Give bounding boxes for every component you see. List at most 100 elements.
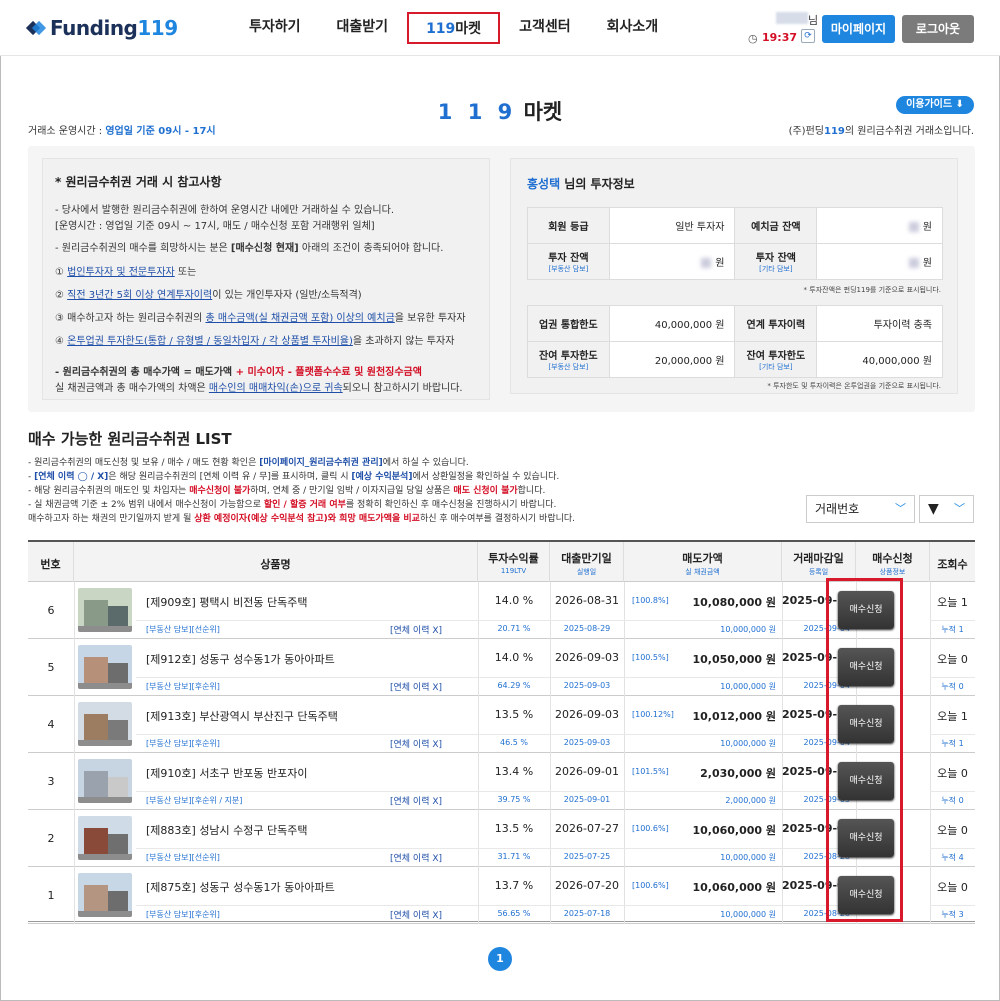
- overdue-history-link[interactable]: [연체 이력 X]: [390, 794, 442, 807]
- guide-download-button[interactable]: 이용가이드 ⬇: [896, 96, 974, 114]
- product-name[interactable]: [제912호] 성동구 성수동1가 동아아파트: [146, 651, 335, 667]
- mypage-button[interactable]: 마이페이지: [822, 15, 895, 43]
- blurred-amount: [908, 258, 919, 268]
- refresh-icon[interactable]: ⟳: [801, 29, 815, 43]
- notice-box: * 원리금수취권 거래 시 참고사항 - 당사에서 발행한 원리금수취권에 한하…: [42, 158, 490, 400]
- product-thumbnail[interactable]: [78, 645, 132, 689]
- ltv: 31.71 %: [497, 852, 531, 861]
- views-today: 오늘 1: [937, 596, 968, 609]
- desc-text: - 실 채권금액 기준 ± 2% 범위 내에서 매수신청이 가능함으로: [28, 500, 264, 510]
- buy-column-highlight: [826, 578, 903, 922]
- cell-subdivider: [478, 905, 856, 906]
- user-name-blurred: [776, 12, 808, 24]
- blurred-amount: [908, 222, 919, 232]
- nav-market[interactable]: 119마켓: [407, 12, 501, 44]
- label-sub: [부동산 담보]: [548, 265, 589, 273]
- operating-hours: 거래소 운영시간 : 영업일 기준 09시 - 17시: [28, 122, 216, 137]
- loan-due-date: 2026-09-03: [555, 651, 619, 664]
- overdue-history-link[interactable]: [연체 이력 X]: [390, 680, 442, 693]
- col-sub: 실행일: [576, 568, 597, 576]
- list-desc: 매수하고자 하는 채권의 만기일까지 받게 될 상환 예정이자(예상 수익분석 …: [28, 511, 575, 524]
- cell-divider: [74, 867, 75, 924]
- session-timer: 19:37: [762, 31, 798, 44]
- cell-subdivider: [930, 905, 975, 906]
- nav-invest[interactable]: 투자하기: [232, 12, 318, 44]
- main-nav: 투자하기 대출받기 119마켓 고객센터 회사소개: [232, 12, 677, 44]
- desc-text: 합니다.: [517, 486, 546, 496]
- product-thumbnail[interactable]: [78, 759, 132, 803]
- cell-subdivider: [478, 848, 856, 849]
- bond-amount: 10,000,000 원: [720, 625, 776, 634]
- col-product: 상품명: [74, 542, 478, 582]
- label-text: 투자 잔액: [755, 253, 797, 264]
- condition-2: ② 직전 3년간 5회 이상 연계투자이력이 있는 개인투자자 (일반/소득적격…: [55, 286, 362, 301]
- col-views: 조회수: [930, 542, 975, 582]
- product-name[interactable]: [제875호] 성동구 성수동1가 동아아파트: [146, 879, 335, 895]
- cell-divider: [74, 696, 75, 753]
- page-title-text: 마켓: [523, 100, 563, 124]
- product-name[interactable]: [제910호] 서초구 반포동 반포자이: [146, 765, 308, 781]
- cell-subdivider: [136, 848, 478, 849]
- overdue-history-link[interactable]: [연체 이력 X]: [390, 623, 442, 636]
- desc-text: 에서 상환일정을 확인하실 수 있습니다.: [412, 472, 560, 482]
- row-number: 3: [47, 775, 55, 788]
- bond-amount: 10,000,000 원: [720, 682, 776, 691]
- cond-text: 온투업권 투자한도(통합 / 유형별 / 동일차입자 / 각 상품별 투자비율): [67, 336, 353, 347]
- product-thumbnail[interactable]: [78, 816, 132, 860]
- product-name[interactable]: [제913호] 부산광역시 부산진구 단독주택: [146, 708, 338, 724]
- page-button-current[interactable]: 1: [488, 947, 512, 971]
- row-number: 2: [47, 832, 55, 845]
- views-total: 누적 3: [941, 910, 964, 919]
- execution-date: 2025-07-18: [563, 909, 611, 918]
- balance-realestate-value: 원: [608, 243, 736, 280]
- cell-subdivider: [930, 677, 975, 678]
- product-thumbnail[interactable]: [78, 702, 132, 746]
- overdue-history-link[interactable]: [연체 이력 X]: [390, 908, 442, 921]
- col-title: 번호: [40, 558, 61, 571]
- overdue-history-link[interactable]: [연체 이력 X]: [390, 851, 442, 864]
- product-name[interactable]: [제883호] 성남시 수정구 단독주택: [146, 822, 308, 838]
- cell-subdivider: [930, 620, 975, 621]
- product-thumbnail[interactable]: [78, 873, 132, 917]
- product-name[interactable]: [제909호] 평택시 비전동 단독주택: [146, 594, 308, 610]
- investor-title-suffix: 님의 투자정보: [560, 177, 635, 191]
- cell-divider: [74, 639, 75, 696]
- views-total: 누적 0: [941, 796, 964, 805]
- deposit-label: 예치금 잔액: [734, 207, 818, 244]
- cell-divider: [74, 582, 75, 639]
- order-select[interactable]: ▼ ﹀: [919, 495, 974, 523]
- summary-line: 실 채권금액과 총 매수가액의 차액은 매수인의 매매차익(손)으로 귀속되오니…: [55, 379, 463, 394]
- summary-text: 매수인의 매매차익(손)으로 귀속: [208, 383, 343, 394]
- nav-loan[interactable]: 대출받기: [320, 12, 406, 44]
- product-thumbnail[interactable]: [78, 588, 132, 632]
- logout-button[interactable]: 로그아웃: [902, 15, 974, 43]
- clock-icon: ◷: [748, 32, 758, 45]
- exchange-owner: (주)펀딩119의 원리금수취권 거래소입니다.: [789, 122, 974, 137]
- logo[interactable]: Funding 119: [25, 16, 178, 40]
- collateral-tag: [부동산 담보][선순위]: [146, 625, 220, 634]
- owner-pre: (주)펀딩: [788, 126, 824, 137]
- return-rate: 13.4 %: [494, 765, 534, 778]
- desc-text: 할인 / 할증 거래 여부: [263, 500, 346, 510]
- thumb-ground: [78, 740, 132, 746]
- desc-text: 하며, 연체 중 / 만기일 임박 / 이자지급일 당일 상품은: [250, 486, 454, 496]
- col-rate: 투자수익률 119LTV: [478, 542, 550, 582]
- ltv: 39.75 %: [497, 795, 531, 804]
- chevron-down-icon: ﹀: [895, 502, 906, 515]
- label-text: 잔여 투자한도: [746, 351, 806, 362]
- summary-line: - 원리금수취권의 총 매수가액 = 매도가액 + 미수이자 - 플랫폼수수료 …: [55, 363, 422, 378]
- condition-1: ① 법인투자자 및 전문투자자 또는: [55, 263, 196, 278]
- execution-date: 2025-07-25: [563, 852, 611, 861]
- list-desc: - 해당 원리금수취권의 매도인 및 차입자는 매수신청이 불가하며, 연체 중…: [28, 483, 545, 496]
- sort-select[interactable]: 거래번호 ﹀: [806, 495, 915, 523]
- cond-text: 또는: [174, 267, 197, 278]
- return-rate: 13.5 %: [494, 708, 534, 721]
- nav-support[interactable]: 고객센터: [502, 12, 588, 44]
- ltv: 56.65 %: [497, 909, 531, 918]
- collateral-tag: [부동산 담보][후순위]: [146, 682, 220, 691]
- ltv: 20.71 %: [497, 624, 531, 633]
- nav-about[interactable]: 회사소개: [590, 12, 676, 44]
- overdue-history-link[interactable]: [연체 이력 X]: [390, 737, 442, 750]
- limit-label: 업권 통합한도: [527, 305, 610, 342]
- loan-due-date: 2026-09-03: [555, 708, 619, 721]
